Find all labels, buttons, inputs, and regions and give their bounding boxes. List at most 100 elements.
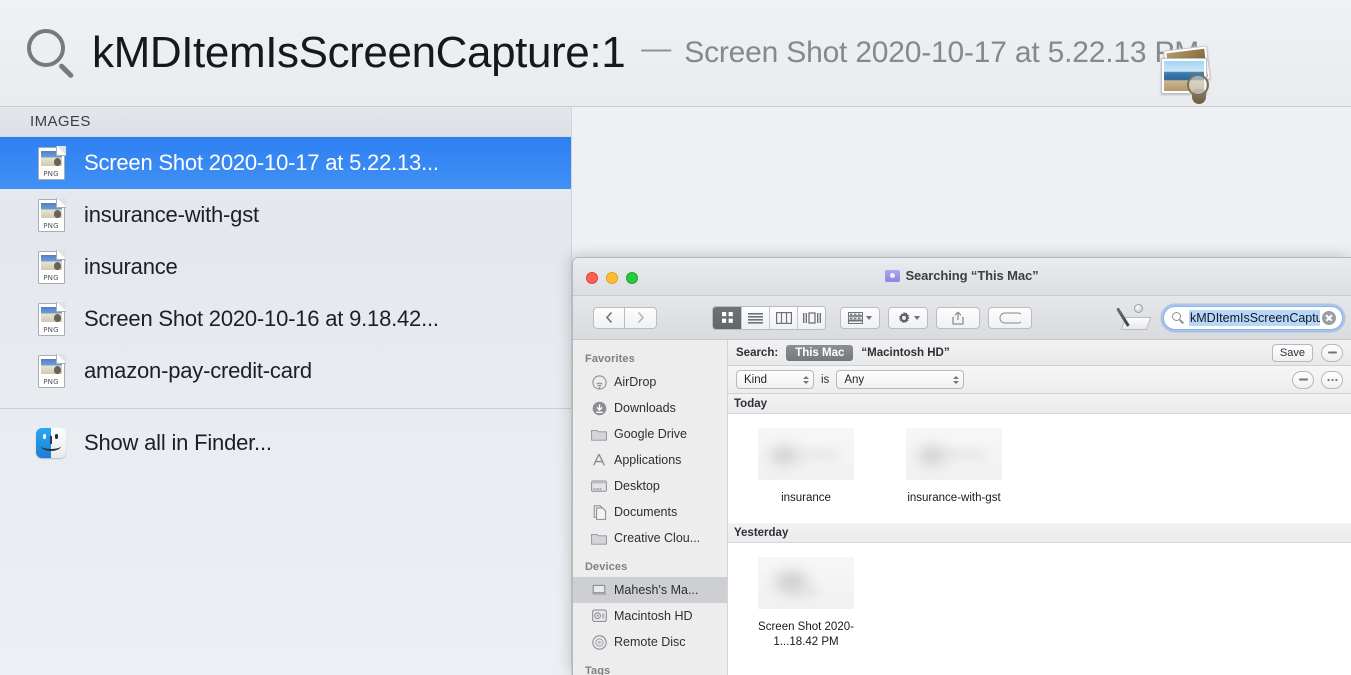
sidebar-item-label: Documents	[614, 505, 678, 519]
gear-icon	[898, 311, 909, 323]
list-icon	[748, 312, 763, 324]
scope-macintosh-hd[interactable]: “Macintosh HD”	[861, 347, 949, 359]
minus-icon	[1298, 378, 1308, 381]
icon-view-button[interactable]	[713, 306, 741, 329]
forward-button[interactable]	[625, 306, 657, 329]
png-file-icon: PNG	[34, 301, 68, 336]
more-filter-button[interactable]	[1321, 370, 1343, 389]
kind-value-dropdown[interactable]: Any	[836, 370, 965, 389]
sidebar-item-google-drive[interactable]: Google Drive	[573, 421, 727, 447]
sidebar-item-creative-cloud[interactable]: Creative Clou...	[573, 525, 727, 551]
group-header-yesterday: Yesterday	[728, 523, 1351, 543]
show-all-in-finder-row[interactable]: Show all in Finder...	[0, 417, 571, 469]
file-name: insurance-with-gst	[907, 492, 1001, 504]
scope-this-mac[interactable]: This Mac	[786, 344, 854, 361]
spotlight-query-text[interactable]: kMDItemIsScreenCapture:1	[92, 28, 626, 78]
results-category-header: IMAGES	[0, 107, 571, 137]
search-label: Search:	[736, 346, 779, 359]
arrange-button[interactable]	[840, 306, 880, 329]
sidebar-item-label: Desktop	[614, 479, 660, 493]
markup-tool-icon[interactable]	[1116, 304, 1152, 332]
desktop-icon	[591, 478, 607, 494]
finder-sidebar: Favorites AirDrop Downloads Google Drive…	[573, 340, 728, 675]
result-label: amazon-pay-credit-card	[84, 358, 312, 383]
sidebar-item-remote-disc[interactable]: Remote Disc	[573, 629, 727, 655]
finder-search-field[interactable]: kMDItemIsScreenCapture:1	[1163, 306, 1343, 330]
applications-icon	[591, 452, 607, 468]
sidebar-item-applications[interactable]: Applications	[573, 447, 727, 473]
chevron-left-icon	[605, 311, 612, 324]
result-label: Screen Shot 2020-10-17 at 5.22.13...	[84, 150, 439, 175]
result-row-2[interactable]: PNG insurance	[0, 241, 571, 293]
arrange-icon	[848, 311, 863, 324]
search-scope-bar: Search: This Mac “Macintosh HD” Save	[728, 340, 1351, 366]
sidebar-item-label: Macintosh HD	[614, 609, 693, 623]
result-row-3[interactable]: PNG Screen Shot 2020-10-16 at 9.18.42...	[0, 293, 571, 345]
sidebar-item-documents[interactable]: Documents	[573, 499, 727, 525]
gallery-icon	[802, 311, 821, 324]
finder-toolbar: kMDItemIsScreenCapture:1	[573, 296, 1351, 340]
finder-search-text[interactable]: kMDItemIsScreenCapture:1	[1189, 310, 1320, 326]
result-label: insurance	[84, 254, 178, 279]
spotlight-dash: —	[641, 32, 672, 65]
finder-body: Favorites AirDrop Downloads Google Drive…	[573, 340, 1351, 675]
sidebar-item-label: Applications	[614, 453, 682, 467]
result-label: Screen Shot 2020-10-16 at 9.18.42...	[84, 306, 439, 331]
window-title-text: Searching “This Mac”	[905, 268, 1039, 283]
sidebar-item-label: AirDrop	[614, 375, 657, 389]
tag-button[interactable]	[988, 306, 1032, 329]
remove-filter-button[interactable]	[1292, 370, 1314, 389]
png-file-icon: PNG	[34, 145, 68, 180]
laptop-icon	[591, 582, 607, 598]
list-view-button[interactable]	[741, 306, 769, 329]
share-button[interactable]	[936, 306, 980, 329]
file-item[interactable]: insurance-with-gst	[898, 428, 1010, 506]
gallery-view-button[interactable]	[797, 306, 825, 329]
file-grid-yesterday: Screen Shot 2020-1...18.42 PM	[728, 543, 1351, 650]
sidebar-item-label: Google Drive	[614, 427, 687, 441]
save-button[interactable]: Save	[1271, 343, 1313, 362]
sidebar-item-label: Creative Clou...	[614, 531, 701, 545]
kind-value: Kind	[744, 373, 768, 386]
navigation-buttons[interactable]	[593, 306, 657, 329]
result-row-1[interactable]: PNG insurance-with-gst	[0, 189, 571, 241]
result-row-4[interactable]: PNG amazon-pay-credit-card	[0, 345, 571, 397]
result-label: insurance-with-gst	[84, 202, 259, 227]
blurred-image-thumbnail	[758, 557, 854, 609]
kind-dropdown[interactable]: Kind	[736, 370, 814, 389]
minus-icon	[1327, 351, 1337, 354]
column-view-button[interactable]	[769, 306, 797, 329]
show-all-label: Show all in Finder...	[84, 430, 272, 455]
action-button[interactable]	[888, 306, 928, 329]
clear-icon[interactable]	[1322, 311, 1336, 325]
file-item[interactable]: Screen Shot 2020-1...18.42 PM	[750, 557, 862, 650]
sidebar-item-downloads[interactable]: Downloads	[573, 395, 727, 421]
documents-icon	[591, 504, 607, 520]
result-row-0[interactable]: PNG Screen Shot 2020-10-17 at 5.22.13...	[0, 137, 571, 189]
view-mode-group[interactable]	[712, 305, 826, 330]
finder-titlebar[interactable]: Searching “This Mac”	[573, 258, 1351, 296]
file-name: insurance	[781, 492, 831, 504]
file-item[interactable]: insurance	[750, 428, 862, 506]
back-button[interactable]	[593, 306, 625, 329]
sidebar-header-favorites: Favorites	[585, 353, 635, 365]
file-grid-today: insurance insurance-with-gst	[728, 414, 1351, 506]
filter-operator: is	[821, 373, 830, 386]
png-file-icon: PNG	[34, 197, 68, 232]
sidebar-item-mahesh-mac[interactable]: Mahesh's Ma...	[573, 577, 727, 603]
sidebar-header-tags: Tags	[585, 665, 611, 675]
file-name: Screen Shot 2020-1...18.42 PM	[758, 621, 854, 648]
downloads-icon	[591, 400, 607, 416]
finder-content-area: Search: This Mac “Macintosh HD” Save Kin…	[728, 340, 1351, 675]
kind-value-text: Any	[844, 373, 865, 386]
magnifier-icon	[22, 25, 78, 81]
remove-criteria-button[interactable]	[1321, 343, 1343, 362]
filter-row: Kind is Any	[728, 366, 1351, 394]
stepper-arrows-icon	[943, 375, 960, 384]
airdrop-icon	[591, 374, 607, 390]
sidebar-item-airdrop[interactable]: AirDrop	[573, 369, 727, 395]
finder-icon	[34, 428, 68, 458]
sidebar-item-desktop[interactable]: Desktop	[573, 473, 727, 499]
sidebar-item-macintosh-hd[interactable]: Macintosh HD	[573, 603, 727, 629]
share-icon	[952, 311, 964, 325]
